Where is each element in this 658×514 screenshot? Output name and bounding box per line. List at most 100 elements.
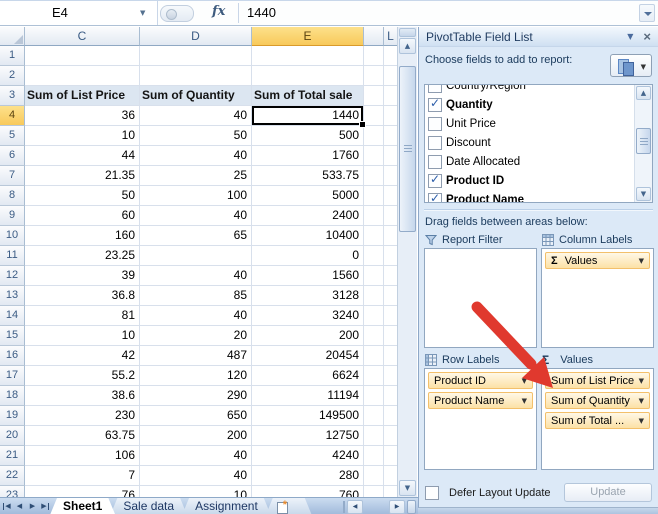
cell-blank[interactable] xyxy=(364,46,384,66)
scroll-up-button[interactable]: ▲ xyxy=(636,86,651,100)
formula-bar-expand-button[interactable] xyxy=(639,4,655,22)
cell-blank[interactable] xyxy=(364,186,384,206)
cell-blank[interactable] xyxy=(364,126,384,146)
cell-blank[interactable] xyxy=(364,406,384,426)
field-item-product-id[interactable]: Product ID xyxy=(425,171,635,190)
cell-blank[interactable] xyxy=(384,266,397,286)
cell-D21[interactable]: 40 xyxy=(140,446,252,466)
cell-blank[interactable] xyxy=(364,246,384,266)
row-header-3[interactable]: 3 xyxy=(0,86,25,106)
hscroll-right-button[interactable]: ▶ xyxy=(389,500,405,514)
name-box[interactable]: E4 xyxy=(0,1,158,25)
cell-E10[interactable]: 10400 xyxy=(252,226,364,246)
cell-D22[interactable]: 40 xyxy=(140,466,252,486)
cell-C19[interactable]: 230 xyxy=(25,406,140,426)
field-item-product-name[interactable]: Product Name xyxy=(425,190,635,203)
cell-blank[interactable] xyxy=(364,286,384,306)
row-header-16[interactable]: 16 xyxy=(0,346,25,366)
cell-E16[interactable]: 20454 xyxy=(252,346,364,366)
pivot-field-button-sum-of-quantity[interactable]: Sum of Quantity▼ xyxy=(545,392,650,409)
cell-E14[interactable]: 3240 xyxy=(252,306,364,326)
cell-D18[interactable]: 290 xyxy=(140,386,252,406)
cell-blank[interactable] xyxy=(384,46,397,66)
cell-D13[interactable]: 85 xyxy=(140,286,252,306)
cell-blank[interactable] xyxy=(384,446,397,466)
last-sheet-button[interactable]: ▶ xyxy=(39,498,52,514)
cell-D12[interactable]: 40 xyxy=(140,266,252,286)
cell-D20[interactable]: 200 xyxy=(140,426,252,446)
scroll-thumb[interactable] xyxy=(636,128,651,154)
cell-blank[interactable] xyxy=(364,106,384,126)
cell-blank[interactable] xyxy=(384,226,397,246)
dropdown-icon[interactable]: ▼ xyxy=(639,257,644,265)
cell-D7[interactable]: 25 xyxy=(140,166,252,186)
dropdown-icon[interactable]: ▼ xyxy=(522,377,527,385)
row-header-1[interactable]: 1 xyxy=(0,46,25,66)
column-header-l[interactable]: L xyxy=(384,27,397,46)
pivot-field-button-sum-of-list-price[interactable]: Sum of List Price▼ xyxy=(545,372,650,389)
field-checkbox[interactable] xyxy=(428,155,442,169)
cell-C11[interactable]: 23.25 xyxy=(25,246,140,266)
cell-D1[interactable] xyxy=(140,46,252,66)
cell-blank[interactable] xyxy=(384,186,397,206)
row-header-12[interactable]: 12 xyxy=(0,266,25,286)
cell-E11[interactable]: 0 xyxy=(252,246,364,266)
cell-C18[interactable]: 38.6 xyxy=(25,386,140,406)
cell-C21[interactable]: 106 xyxy=(25,446,140,466)
row-header-11[interactable]: 11 xyxy=(0,246,25,266)
row-header-7[interactable]: 7 xyxy=(0,166,25,186)
cell-C10[interactable]: 160 xyxy=(25,226,140,246)
fx-icon[interactable]: fx xyxy=(212,4,225,19)
cell-C13[interactable]: 36.8 xyxy=(25,286,140,306)
cell-blank[interactable] xyxy=(384,86,397,106)
scroll-up-button[interactable]: ▲ xyxy=(399,38,416,54)
field-checkbox[interactable] xyxy=(428,98,442,112)
cell-D2[interactable] xyxy=(140,66,252,86)
cell-C6[interactable]: 44 xyxy=(25,146,140,166)
cell-blank[interactable] xyxy=(384,466,397,486)
cell-D11[interactable] xyxy=(140,246,252,266)
row-header-5[interactable]: 5 xyxy=(0,126,25,146)
row-header-6[interactable]: 6 xyxy=(0,146,25,166)
panel-menu-icon[interactable]: ▼ xyxy=(627,32,633,41)
cell-D3[interactable]: Sum of Quantity xyxy=(140,86,252,106)
insert-worksheet-tab[interactable]: * xyxy=(266,498,312,514)
cell-D17[interactable]: 120 xyxy=(140,366,252,386)
row-header-17[interactable]: 17 xyxy=(0,366,25,386)
pivot-field-button-values[interactable]: ΣValues▼ xyxy=(545,252,650,269)
pivot-field-button-product-id[interactable]: Product ID▼ xyxy=(428,372,533,389)
cell-D6[interactable]: 40 xyxy=(140,146,252,166)
cell-blank[interactable] xyxy=(384,146,397,166)
column-header-c[interactable]: C xyxy=(25,27,140,46)
cell-blank[interactable] xyxy=(384,66,397,86)
cell-blank[interactable] xyxy=(384,126,397,146)
cell-E3[interactable]: Sum of Total sale xyxy=(252,86,364,106)
dropdown-icon[interactable]: ▼ xyxy=(522,397,527,405)
cell-D5[interactable]: 50 xyxy=(140,126,252,146)
cell-blank[interactable] xyxy=(384,406,397,426)
scroll-thumb[interactable] xyxy=(399,66,416,232)
cell-blank[interactable] xyxy=(384,366,397,386)
values-area[interactable]: Sum of List Price▼Sum of Quantity▼Sum of… xyxy=(541,368,654,470)
column-header-blank[interactable] xyxy=(364,27,384,46)
cell-C8[interactable]: 50 xyxy=(25,186,140,206)
column-header-e[interactable]: E xyxy=(252,27,364,46)
cell-D9[interactable]: 40 xyxy=(140,206,252,226)
cell-blank[interactable] xyxy=(384,306,397,326)
cell-C17[interactable]: 55.2 xyxy=(25,366,140,386)
field-item-country-region[interactable]: Country/Region xyxy=(425,84,635,95)
sheet-tab-sale-data[interactable]: Sale data xyxy=(110,498,187,514)
cell-E17[interactable]: 6624 xyxy=(252,366,364,386)
cell-C20[interactable]: 63.75 xyxy=(25,426,140,446)
scroll-down-button[interactable]: ▼ xyxy=(636,187,651,201)
cell-E19[interactable]: 149500 xyxy=(252,406,364,426)
cell-C3[interactable]: Sum of List Price xyxy=(25,86,140,106)
cell-blank[interactable] xyxy=(364,426,384,446)
panel-title-bar[interactable]: PivotTable Field List ▼ × xyxy=(419,27,658,47)
field-checkbox[interactable] xyxy=(428,117,442,131)
cell-blank[interactable] xyxy=(364,86,384,106)
update-button[interactable]: Update xyxy=(564,483,652,502)
cell-E8[interactable]: 5000 xyxy=(252,186,364,206)
row-header-22[interactable]: 22 xyxy=(0,466,25,486)
dropdown-icon[interactable]: ▼ xyxy=(639,417,644,425)
